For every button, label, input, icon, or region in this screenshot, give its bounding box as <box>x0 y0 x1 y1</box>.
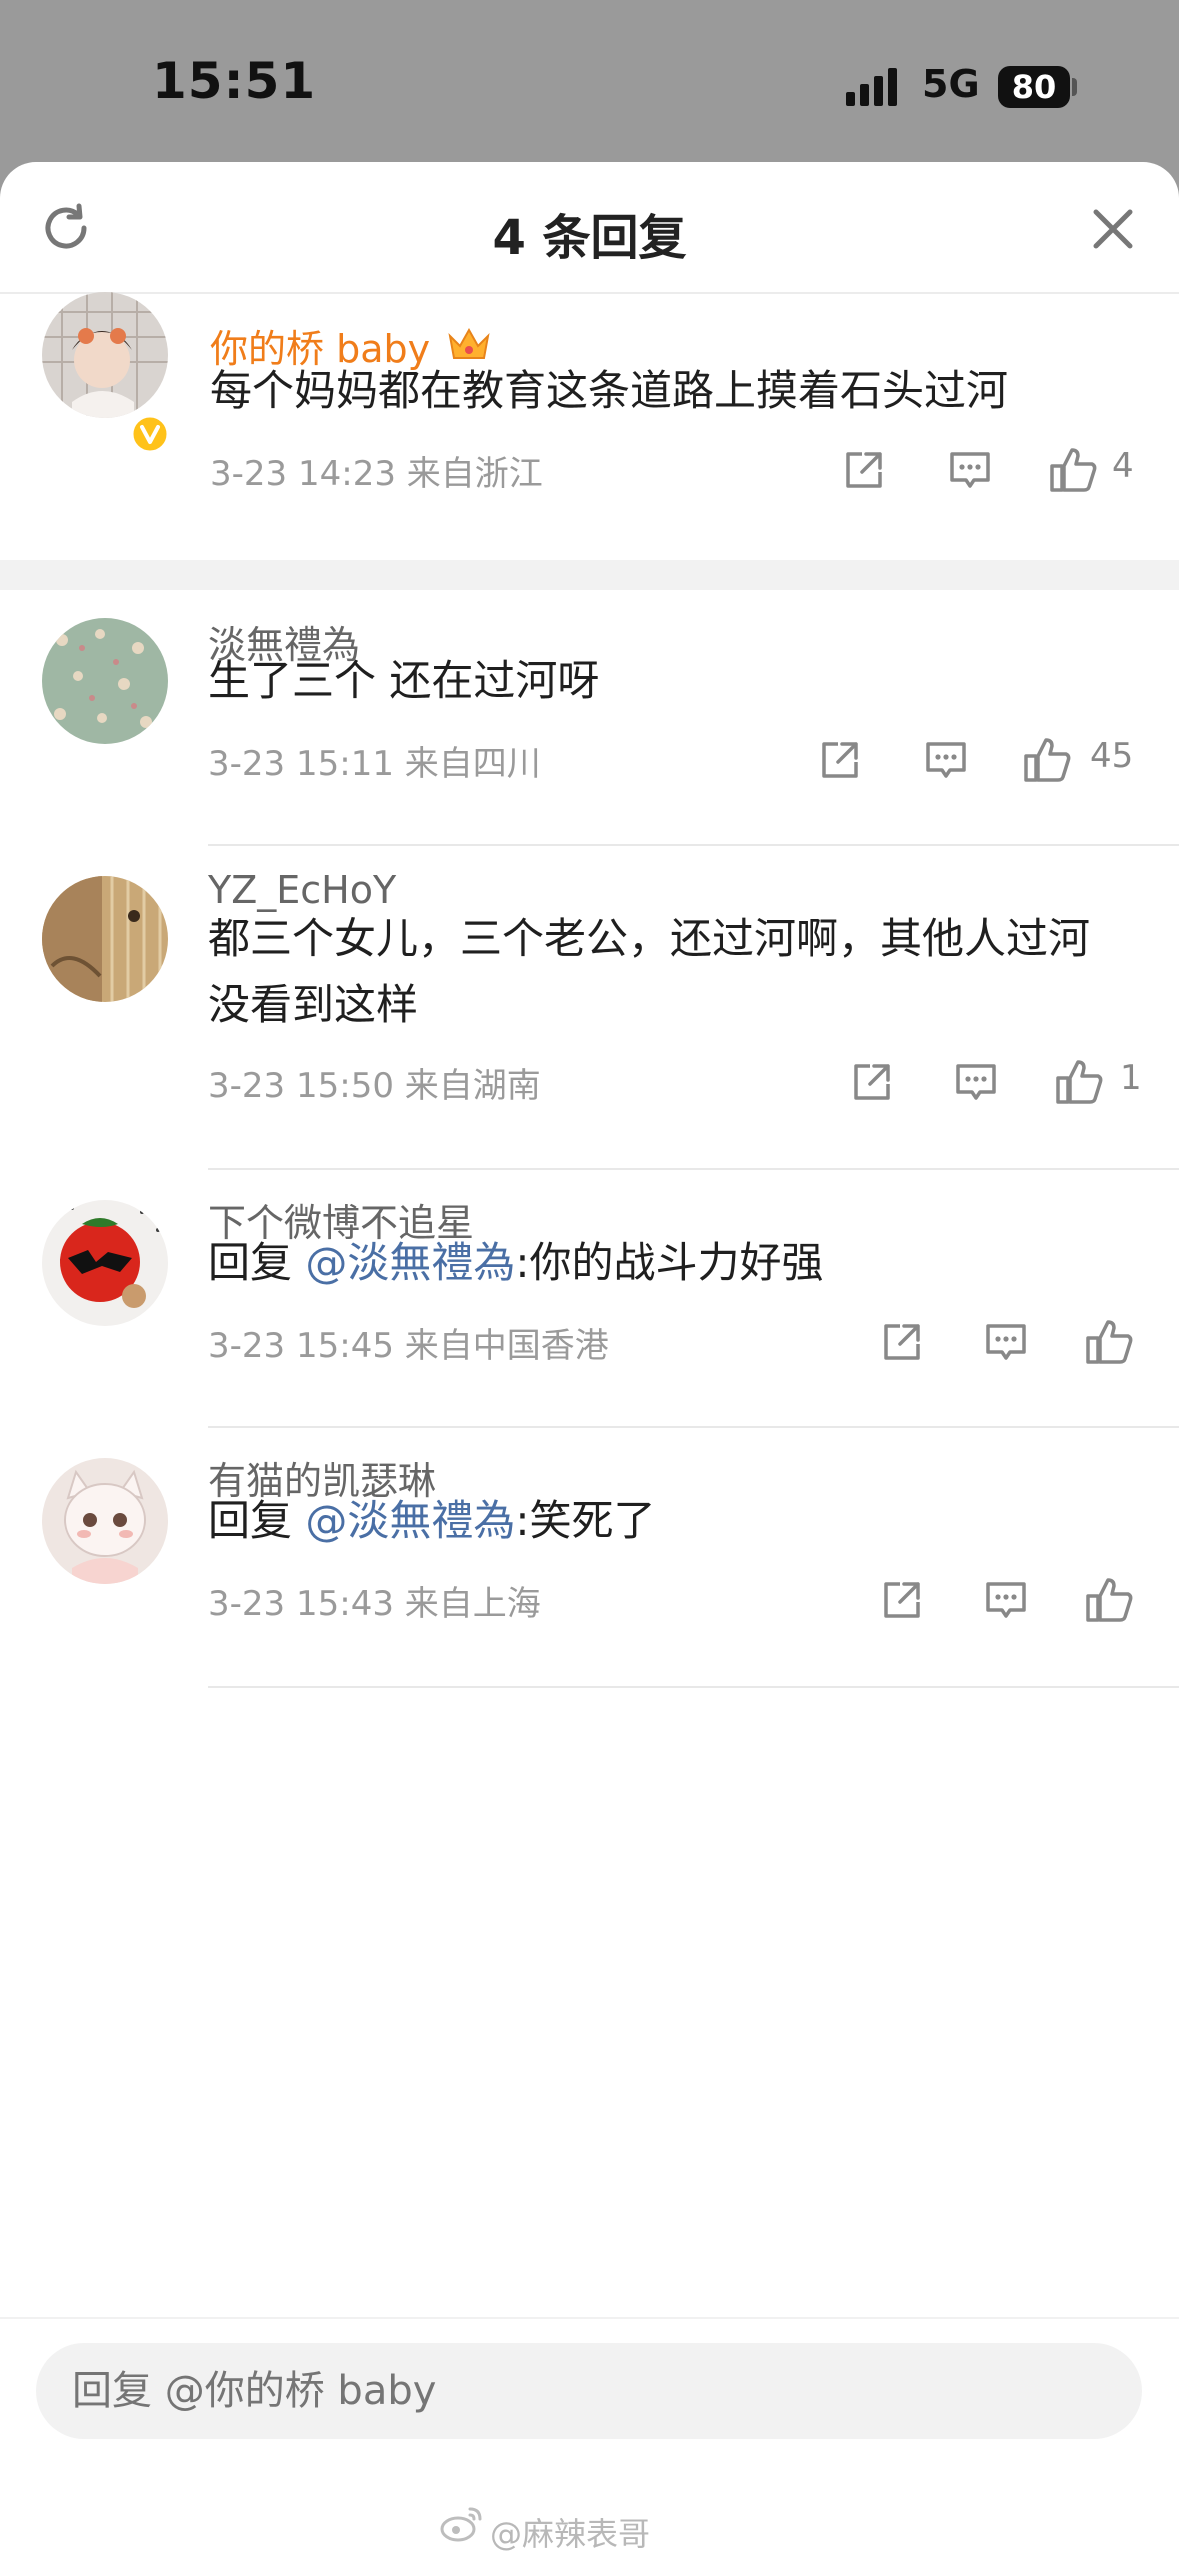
like-icon[interactable] <box>1054 1056 1106 1108</box>
replies-sheet: 4 条回复 你的桥 baby 每个妈妈都在教育这条道路上摸着石头过河 3-23 … <box>0 162 1179 2556</box>
signal-icon <box>846 68 897 106</box>
sheet-header: 4 条回复 <box>0 162 1179 294</box>
reply-prefix: 回复 <box>208 1238 306 1287</box>
reply-item: 下个微博不追星 回复 @淡無禮為:你的战斗力好强 3-23 15:45 来自中国… <box>0 1172 1179 1430</box>
comment-meta: 3-23 15:43 来自上海 <box>208 1584 541 1624</box>
mention-link[interactable]: @淡無禮為 <box>305 1238 515 1287</box>
like-count: 1 <box>1120 1058 1142 1098</box>
comment-text: 每个妈妈都在教育这条道路上摸着石头过河 <box>210 366 1009 415</box>
avatar[interactable] <box>42 876 168 1002</box>
comment-text: 生了三个 还在过河呀 <box>208 656 600 705</box>
comment-icon[interactable] <box>982 1318 1030 1366</box>
comment-text: 都三个女儿，三个老公，还过河啊，其他人过河没看到这样 <box>208 914 1091 1029</box>
comment-meta: 3-23 14:23 来自浙江 <box>210 454 543 494</box>
divider <box>208 1168 1179 1170</box>
avatar[interactable] <box>42 1458 168 1584</box>
avatar[interactable] <box>42 618 168 744</box>
comment-text: 回复 @淡無禮為:笑死了 <box>208 1488 1128 1554</box>
comment-meta: 3-23 15:50 来自湖南 <box>208 1066 541 1106</box>
divider <box>208 1686 1179 1688</box>
share-icon[interactable] <box>878 1318 926 1366</box>
comment-icon[interactable] <box>946 446 994 494</box>
status-bar: 15:51 5G 80 <box>0 0 1179 162</box>
section-divider <box>0 560 1179 590</box>
verified-badge-icon <box>130 414 170 454</box>
avatar[interactable] <box>42 1200 168 1326</box>
battery-icon: 80 <box>998 66 1070 108</box>
like-icon[interactable] <box>1084 1574 1136 1626</box>
like-icon[interactable] <box>1084 1316 1136 1368</box>
reply-item: 淡無禮為 生了三个 还在过河呀 3-23 15:11 来自四川 45 <box>0 590 1179 848</box>
battery-tip <box>1072 78 1077 96</box>
divider <box>208 844 1179 846</box>
like-icon[interactable] <box>1022 734 1074 786</box>
like-icon[interactable] <box>1048 444 1100 496</box>
share-icon[interactable] <box>878 1576 926 1624</box>
like-count: 4 <box>1112 446 1134 486</box>
share-icon[interactable] <box>848 1058 896 1106</box>
page-title: 4 条回复 <box>492 210 687 266</box>
status-time: 15:51 <box>152 52 317 110</box>
comment-icon[interactable] <box>922 736 970 784</box>
main-comment: 你的桥 baby 每个妈妈都在教育这条道路上摸着石头过河 3-23 14:23 … <box>0 292 1179 522</box>
weibo-logo-icon <box>440 2507 482 2542</box>
network-label: 5G <box>922 62 980 106</box>
comment-icon[interactable] <box>982 1576 1030 1624</box>
like-count: 45 <box>1090 736 1134 776</box>
comment-meta: 3-23 15:11 来自四川 <box>208 744 541 784</box>
reply-body: :你的战斗力好强 <box>515 1238 824 1287</box>
reply-item: 有猫的凯瑟琳 回复 @淡無禮為:笑死了 3-23 15:43 来自上海 <box>0 1430 1179 1690</box>
divider <box>208 1426 1179 1428</box>
reply-prefix: 回复 <box>208 1496 306 1545</box>
comment-meta: 3-23 15:45 来自中国香港 <box>208 1326 609 1366</box>
comment-icon[interactable] <box>952 1058 1000 1106</box>
comment-text: 回复 @淡無禮為:你的战斗力好强 <box>208 1230 1128 1296</box>
mention-link[interactable]: @淡無禮為 <box>305 1496 515 1545</box>
share-icon[interactable] <box>840 446 888 494</box>
watermark-label: @麻辣表哥 <box>490 2515 651 2553</box>
avatar[interactable] <box>42 292 168 418</box>
share-icon[interactable] <box>816 736 864 784</box>
close-icon[interactable] <box>1086 202 1140 256</box>
reply-input[interactable] <box>36 2343 1142 2439</box>
reply-item: YZ_EcHoY 都三个女儿，三个老公，还过河啊，其他人过河没看到这样 3-23… <box>0 848 1179 1172</box>
reply-bar: @麻辣表哥 <box>0 2317 1179 2556</box>
reply-body: :笑死了 <box>515 1496 656 1545</box>
